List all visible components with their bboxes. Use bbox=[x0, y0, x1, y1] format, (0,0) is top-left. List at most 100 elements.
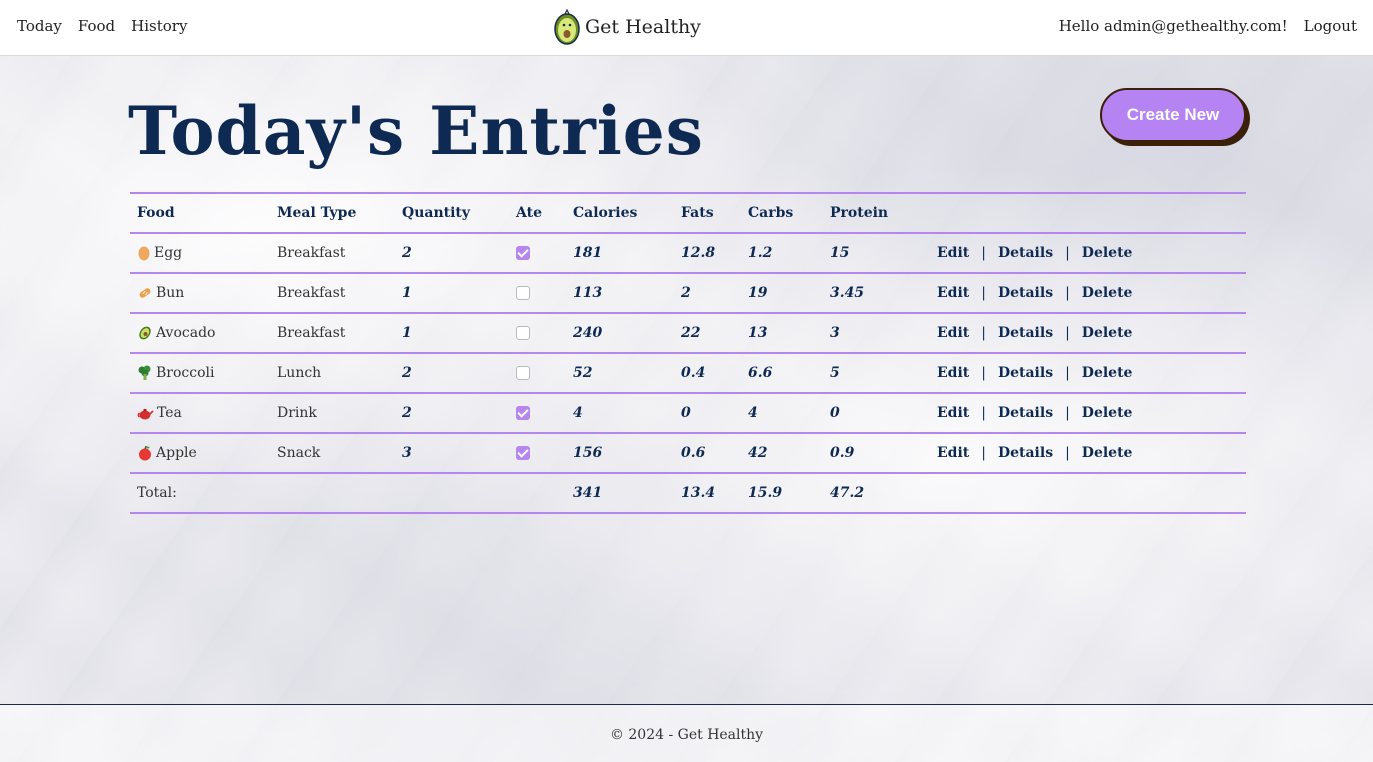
row-actions: Edit | Details | Delete bbox=[930, 232, 1246, 273]
delete-link[interactable]: Delete bbox=[1082, 245, 1133, 261]
header-carbs: Carbs bbox=[741, 192, 823, 233]
food-name: Apple bbox=[156, 445, 197, 461]
details-link[interactable]: Details bbox=[998, 325, 1053, 341]
ate-checkbox[interactable] bbox=[516, 246, 530, 260]
calories: 52 bbox=[566, 352, 674, 393]
quantity: 1 bbox=[395, 312, 509, 353]
action-separator: | bbox=[981, 445, 986, 461]
header-ate: Ate bbox=[509, 192, 566, 233]
header-quantity: Quantity bbox=[395, 192, 509, 233]
page-title: Today's Entries bbox=[128, 92, 704, 170]
user-area: Hello admin@gethealthy.com! Logout bbox=[1059, 17, 1357, 35]
protein: 0 bbox=[823, 392, 930, 433]
meal-type: Lunch bbox=[270, 352, 395, 393]
row-actions: Edit | Details | Delete bbox=[930, 392, 1246, 433]
table-row: Tea Drink 2 4 0 4 0 Edit | Details | Delete bbox=[130, 392, 1246, 433]
ate-checkbox[interactable] bbox=[516, 286, 530, 300]
ate-checkbox[interactable] bbox=[516, 366, 530, 380]
quantity: 2 bbox=[395, 352, 509, 393]
total-carbs: 15.9 bbox=[741, 472, 823, 514]
fats: 2 bbox=[674, 272, 741, 313]
carbs: 4 bbox=[741, 392, 823, 433]
details-link[interactable]: Details bbox=[998, 245, 1053, 261]
fats: 0.4 bbox=[674, 352, 741, 393]
action-separator: | bbox=[981, 325, 986, 341]
edit-link[interactable]: Edit bbox=[937, 245, 969, 261]
brand-name: Get Healthy bbox=[585, 16, 701, 38]
fats: 0 bbox=[674, 392, 741, 433]
nav-link-history[interactable]: History bbox=[131, 17, 187, 35]
nav-links: Today Food History bbox=[17, 17, 187, 35]
details-link[interactable]: Details bbox=[998, 405, 1053, 421]
protein: 5 bbox=[823, 352, 930, 393]
header-fats: Fats bbox=[674, 192, 741, 233]
nav-link-food[interactable]: Food bbox=[78, 17, 115, 35]
meal-type: Snack bbox=[270, 432, 395, 473]
delete-link[interactable]: Delete bbox=[1082, 445, 1133, 461]
action-separator: | bbox=[981, 285, 986, 301]
logout-link[interactable]: Logout bbox=[1304, 17, 1357, 35]
copyright-text: © 2024 - Get Healthy bbox=[609, 727, 764, 743]
edit-link[interactable]: Edit bbox=[937, 445, 969, 461]
avocado-icon bbox=[139, 326, 151, 340]
action-separator: | bbox=[1065, 285, 1070, 301]
food-name: Broccoli bbox=[156, 365, 215, 381]
delete-link[interactable]: Delete bbox=[1082, 325, 1133, 341]
fats: 22 bbox=[674, 312, 741, 353]
edit-link[interactable]: Edit bbox=[937, 405, 969, 421]
total-protein: 47.2 bbox=[823, 472, 930, 514]
details-link[interactable]: Details bbox=[998, 445, 1053, 461]
total-fats: 13.4 bbox=[674, 472, 741, 514]
entries-table: Food Meal Type Quantity Ate Calories Fat… bbox=[130, 192, 1246, 514]
food-name: Avocado bbox=[156, 325, 216, 341]
apple-icon bbox=[139, 445, 151, 461]
table-header-row: Food Meal Type Quantity Ate Calories Fat… bbox=[130, 192, 1246, 233]
nav-link-today[interactable]: Today bbox=[17, 17, 62, 35]
row-actions: Edit | Details | Delete bbox=[930, 352, 1246, 393]
protein: 3.45 bbox=[823, 272, 930, 313]
calories: 4 bbox=[566, 392, 674, 433]
brand-link[interactable]: Get Healthy bbox=[553, 9, 701, 45]
details-link[interactable]: Details bbox=[998, 285, 1053, 301]
total-label: Total: bbox=[130, 472, 270, 514]
quantity: 2 bbox=[395, 232, 509, 273]
header-protein: Protein bbox=[823, 192, 930, 233]
quantity: 3 bbox=[395, 432, 509, 473]
food-name: Tea bbox=[157, 405, 182, 421]
delete-link[interactable]: Delete bbox=[1082, 285, 1133, 301]
total-row: Total: 341 13.4 15.9 47.2 bbox=[130, 472, 1246, 514]
table-row: Avocado Breakfast 1 240 22 13 3 Edit | Det… bbox=[130, 312, 1246, 353]
food-name: Bun bbox=[156, 285, 185, 301]
table-row: Apple Snack 3 156 0.6 42 0.9 Edit | Detail… bbox=[130, 432, 1246, 473]
edit-link[interactable]: Edit bbox=[937, 325, 969, 341]
delete-link[interactable]: Delete bbox=[1082, 365, 1133, 381]
delete-link[interactable]: Delete bbox=[1082, 405, 1133, 421]
edit-link[interactable]: Edit bbox=[937, 285, 969, 301]
calories: 156 bbox=[566, 432, 674, 473]
ate-checkbox[interactable] bbox=[516, 446, 530, 460]
teapot-icon bbox=[137, 409, 154, 420]
action-separator: | bbox=[1065, 365, 1070, 381]
top-navbar: Today Food History Get Healthy Hello adm… bbox=[0, 0, 1373, 56]
meal-type: Drink bbox=[270, 392, 395, 433]
meal-type: Breakfast bbox=[270, 272, 395, 313]
create-new-button[interactable]: Create New bbox=[1100, 88, 1246, 142]
calories: 181 bbox=[566, 232, 674, 273]
user-greeting[interactable]: Hello admin@gethealthy.com! bbox=[1059, 17, 1288, 35]
header-calories: Calories bbox=[566, 192, 674, 233]
avocado-logo-icon bbox=[554, 9, 580, 45]
egg-icon bbox=[138, 246, 150, 261]
ate-checkbox[interactable] bbox=[516, 326, 530, 340]
ate-checkbox[interactable] bbox=[516, 406, 530, 420]
footer: © 2024 - Get Healthy bbox=[0, 704, 1373, 762]
protein: 15 bbox=[823, 232, 930, 273]
quantity: 2 bbox=[395, 392, 509, 433]
action-separator: | bbox=[1065, 245, 1070, 261]
table-row: Egg Breakfast 2 181 12.8 1.2 15 Edit | Det… bbox=[130, 232, 1246, 273]
protein: 3 bbox=[823, 312, 930, 353]
edit-link[interactable]: Edit bbox=[937, 365, 969, 381]
table-row: Bun Breakfast 1 113 2 19 3.45 Edit | Detai… bbox=[130, 272, 1246, 313]
details-link[interactable]: Details bbox=[998, 365, 1053, 381]
table-row: Broccoli Lunch 2 52 0.4 6.6 5 Edit | Detai… bbox=[130, 352, 1246, 393]
action-separator: | bbox=[981, 405, 986, 421]
